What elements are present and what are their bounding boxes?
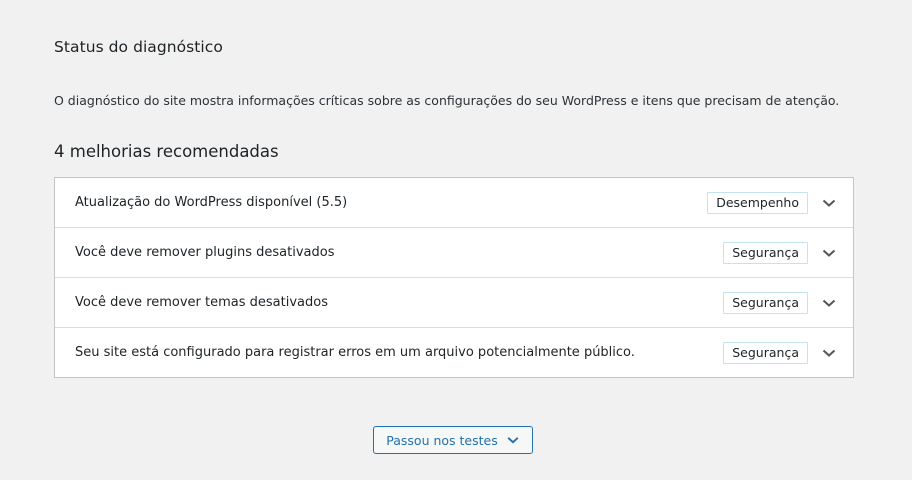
issue-row-inactive-themes[interactable]: Você deve remover temas desativados Segu… bbox=[55, 277, 853, 327]
issue-label: Seu site está configurado para registrar… bbox=[75, 345, 635, 360]
issue-badge-security: Segurança bbox=[723, 291, 808, 314]
chevron-down-icon[interactable] bbox=[821, 345, 837, 361]
chevron-down-icon[interactable] bbox=[821, 195, 837, 211]
issue-label: Você deve remover plugins desativados bbox=[75, 245, 335, 260]
issue-row-public-error-log[interactable]: Seu site está configurado para registrar… bbox=[55, 327, 853, 377]
passed-tests-label: Passou nos testes bbox=[386, 432, 498, 448]
issue-list: Atualização do WordPress disponível (5.5… bbox=[54, 177, 854, 378]
chevron-down-icon[interactable] bbox=[821, 295, 837, 311]
page-description: O diagnóstico do site mostra informações… bbox=[54, 93, 840, 108]
issue-row-inactive-plugins[interactable]: Você deve remover plugins desativados Se… bbox=[55, 227, 853, 277]
chevron-down-icon[interactable] bbox=[821, 245, 837, 261]
recommendations-title: 4 melhorias recomendadas bbox=[54, 142, 279, 161]
issue-badge-security: Segurança bbox=[723, 341, 808, 364]
issue-badge-security: Segurança bbox=[723, 241, 808, 264]
issue-row-wordpress-update[interactable]: Atualização do WordPress disponível (5.5… bbox=[55, 178, 853, 227]
passed-tests-button[interactable]: Passou nos testes bbox=[373, 426, 533, 454]
issue-label: Você deve remover temas desativados bbox=[75, 295, 328, 310]
issue-label: Atualização do WordPress disponível (5.5… bbox=[75, 195, 348, 210]
page-title: Status do diagnóstico bbox=[54, 38, 223, 56]
issue-badge-performance: Desempenho bbox=[707, 191, 808, 214]
chevron-down-icon bbox=[506, 433, 520, 447]
site-health-status-page: Status do diagnóstico O diagnóstico do s… bbox=[54, 37, 854, 378]
